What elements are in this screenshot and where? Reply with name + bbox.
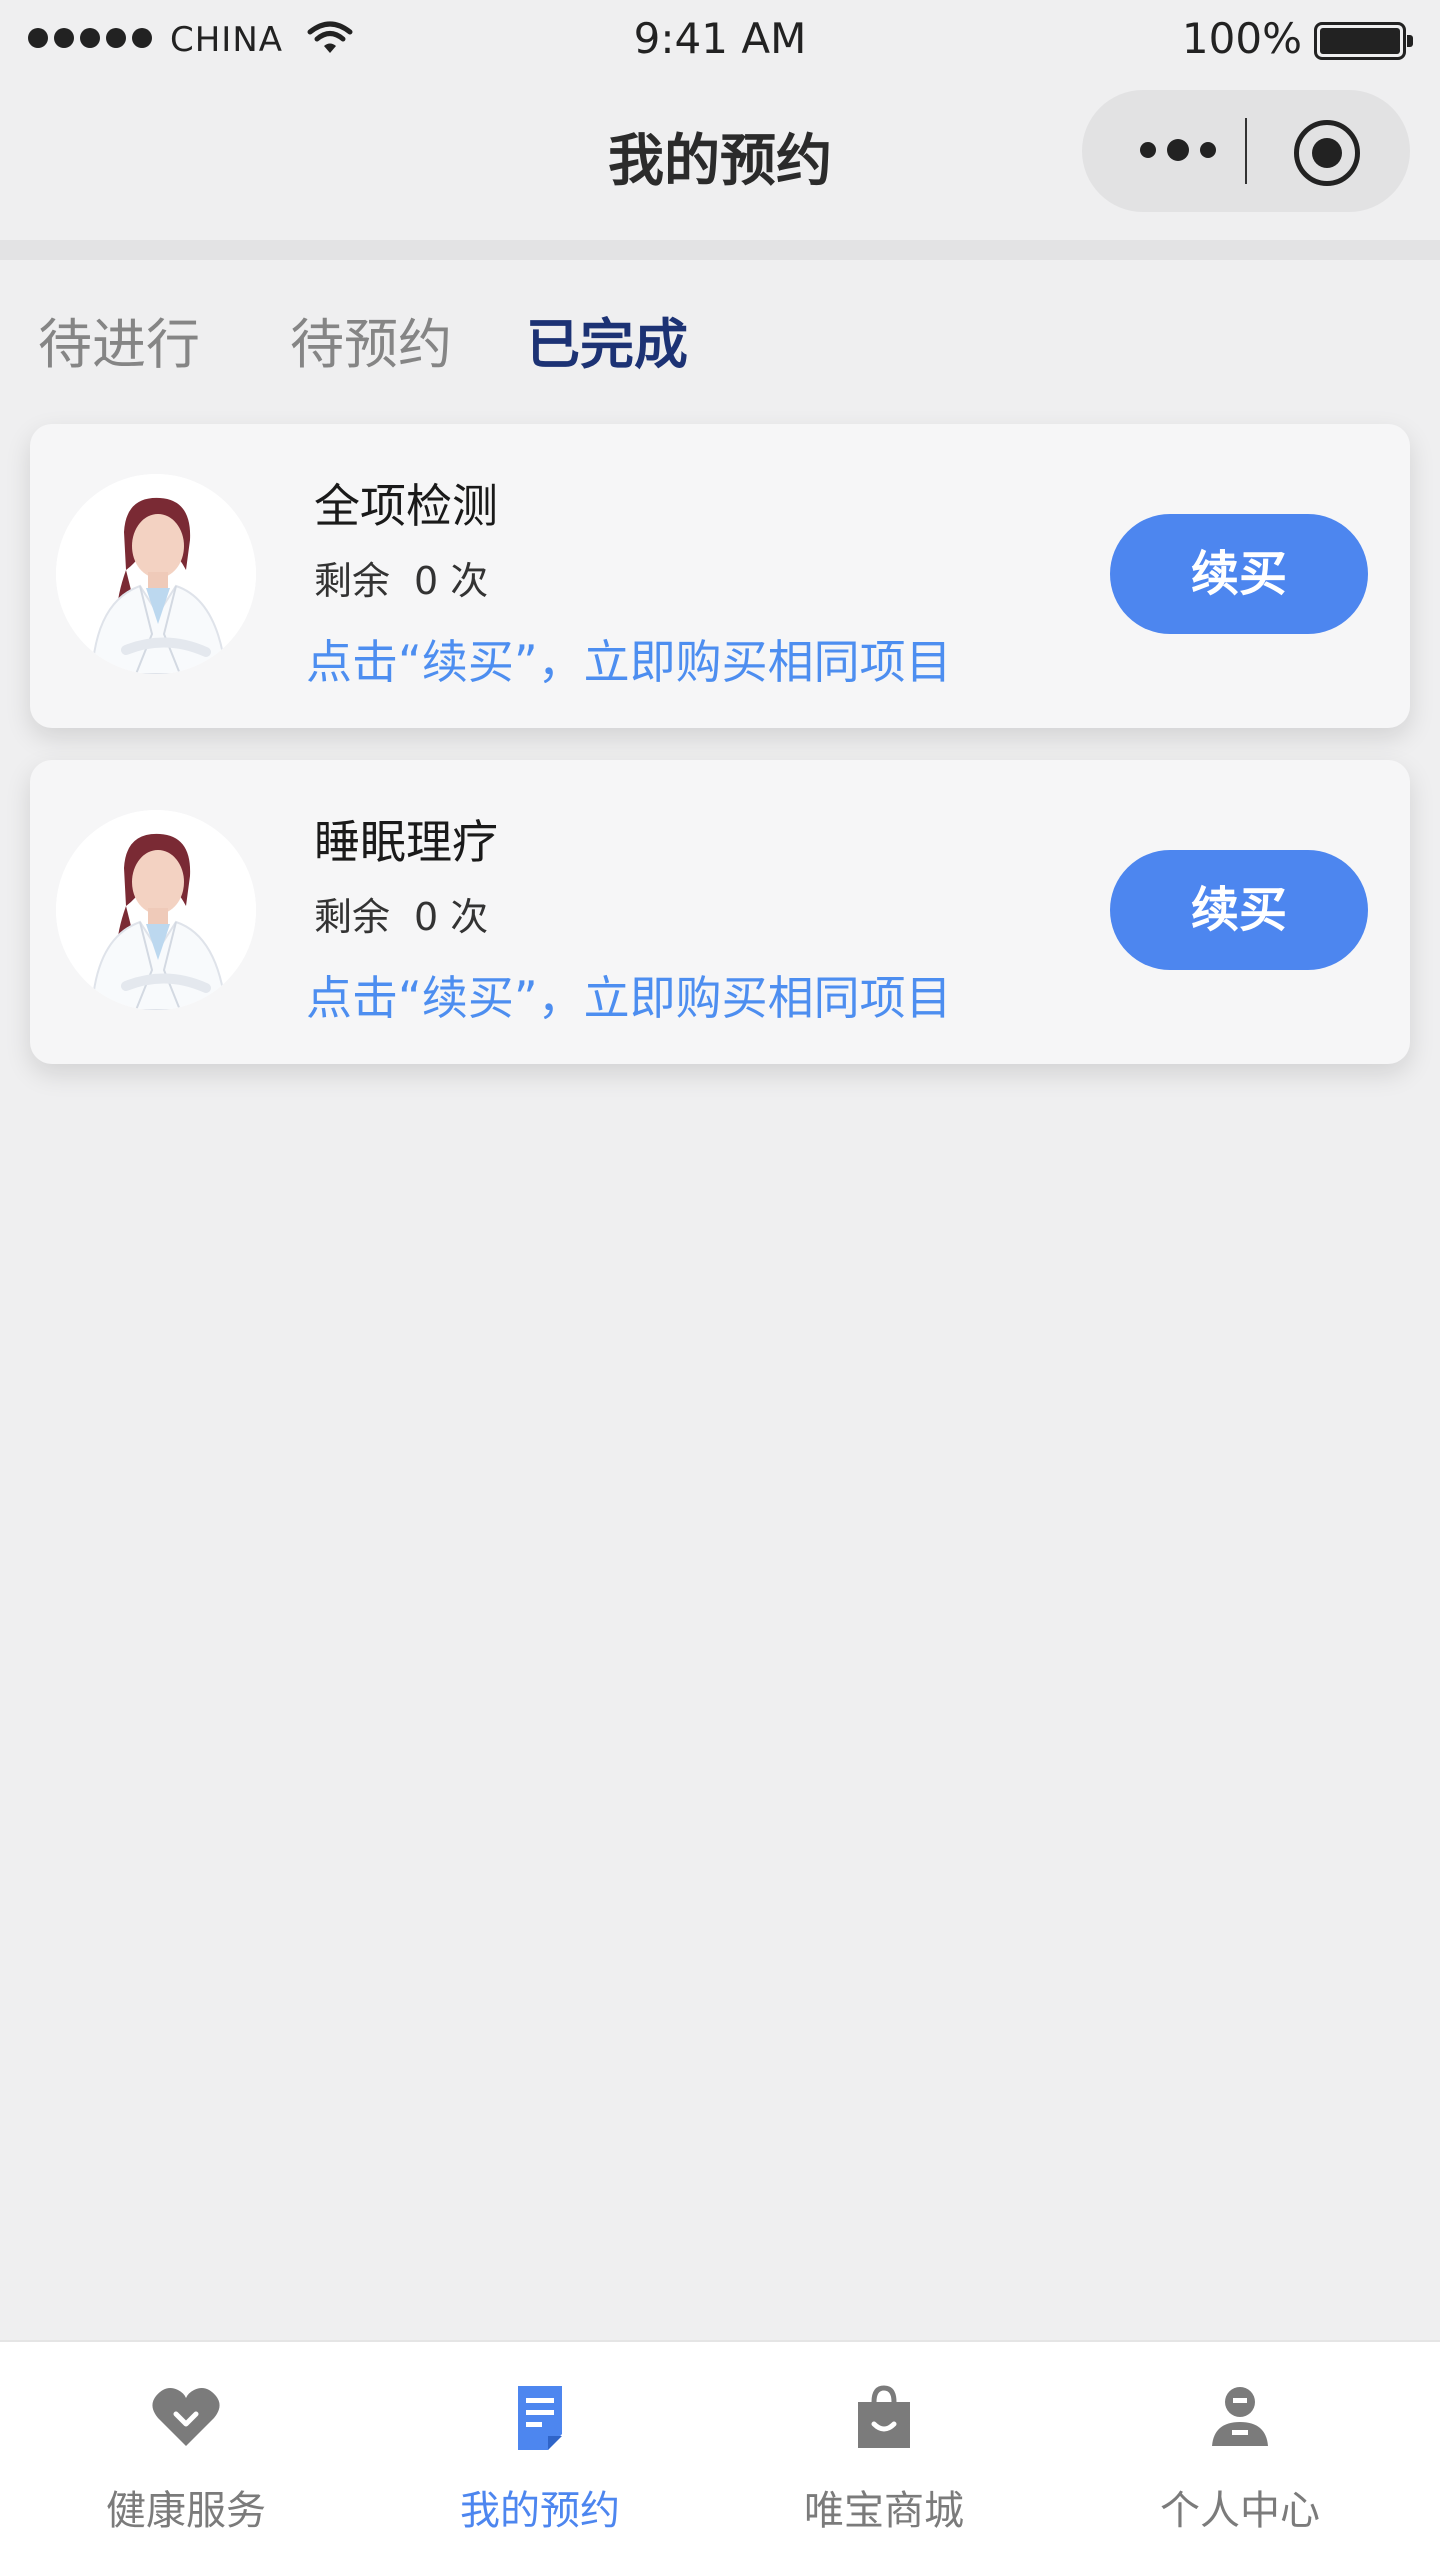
shopping-bag-icon bbox=[858, 2385, 910, 2448]
remaining-label: 剩余 bbox=[314, 559, 391, 603]
person-icon bbox=[1212, 2387, 1268, 2446]
navigation-bar: 我的预约 bbox=[0, 80, 1440, 240]
appointment-card: 睡眠理疗 剩余 0 次 点击“续买”，立即购买相同项目 续买 bbox=[30, 760, 1410, 1064]
tabbar-label: 健康服务 bbox=[106, 2488, 266, 2534]
tabbar-item-shop[interactable]: 唯宝商城 bbox=[704, 2342, 1064, 2560]
heart-icon bbox=[152, 2388, 220, 2446]
item-name: 睡眠理疗 bbox=[314, 815, 498, 869]
tab-to-book[interactable]: 待预约 bbox=[290, 300, 452, 379]
renew-hint: 点击“续买”，立即购买相同项目 bbox=[306, 635, 952, 689]
item-name: 全项检测 bbox=[314, 479, 498, 533]
renew-hint: 点击“续买”，立即购买相同项目 bbox=[306, 971, 952, 1025]
remaining-number: 0 bbox=[414, 895, 439, 939]
page: CHINA 9:41 AM 100% 我的预约 待进行 待预约 已完成 全项检测… bbox=[0, 0, 1440, 2560]
target-close-icon[interactable] bbox=[1294, 120, 1360, 186]
remaining-unit: 次 bbox=[450, 559, 489, 603]
renew-button[interactable]: 续买 bbox=[1110, 850, 1368, 970]
tabbar-label: 唯宝商城 bbox=[804, 2488, 964, 2534]
doctor-avatar bbox=[56, 810, 256, 1010]
renew-button[interactable]: 续买 bbox=[1110, 514, 1368, 634]
remaining-unit: 次 bbox=[450, 895, 489, 939]
nav-divider bbox=[0, 240, 1440, 260]
status-tabs: 待进行 待预约 已完成 bbox=[0, 300, 1440, 390]
status-bar: CHINA 9:41 AM 100% bbox=[0, 0, 1440, 80]
battery-percentage: 100% bbox=[1181, 14, 1302, 63]
tab-pending[interactable]: 待进行 bbox=[38, 300, 200, 379]
appointment-card: 全项检测 剩余 0 次 点击“续买”，立即购买相同项目 续买 bbox=[30, 424, 1410, 728]
more-dots-icon[interactable] bbox=[1128, 130, 1228, 170]
tabbar-item-health-services[interactable]: 健康服务 bbox=[6, 2342, 366, 2560]
tabbar-label: 个人中心 bbox=[1160, 2488, 1320, 2534]
remaining-count: 剩余 0 次 bbox=[314, 886, 488, 941]
remaining-label: 剩余 bbox=[314, 895, 391, 939]
tab-completed[interactable]: 已完成 bbox=[526, 300, 688, 379]
capsule-divider bbox=[1245, 118, 1247, 184]
tabbar-label: 我的预约 bbox=[460, 2488, 620, 2534]
battery-icon bbox=[1314, 22, 1413, 60]
doctor-avatar bbox=[56, 474, 256, 674]
remaining-count: 剩余 0 次 bbox=[314, 550, 488, 605]
document-icon bbox=[518, 2386, 562, 2450]
mini-program-capsule bbox=[1082, 90, 1410, 212]
bottom-tab-bar: 健康服务 我的预约 唯宝商城 个人中心 bbox=[0, 2340, 1440, 2560]
remaining-number: 0 bbox=[414, 559, 439, 603]
tabbar-item-personal-center[interactable]: 个人中心 bbox=[1060, 2342, 1420, 2560]
tabbar-item-my-appointments[interactable]: 我的预约 bbox=[360, 2342, 720, 2560]
